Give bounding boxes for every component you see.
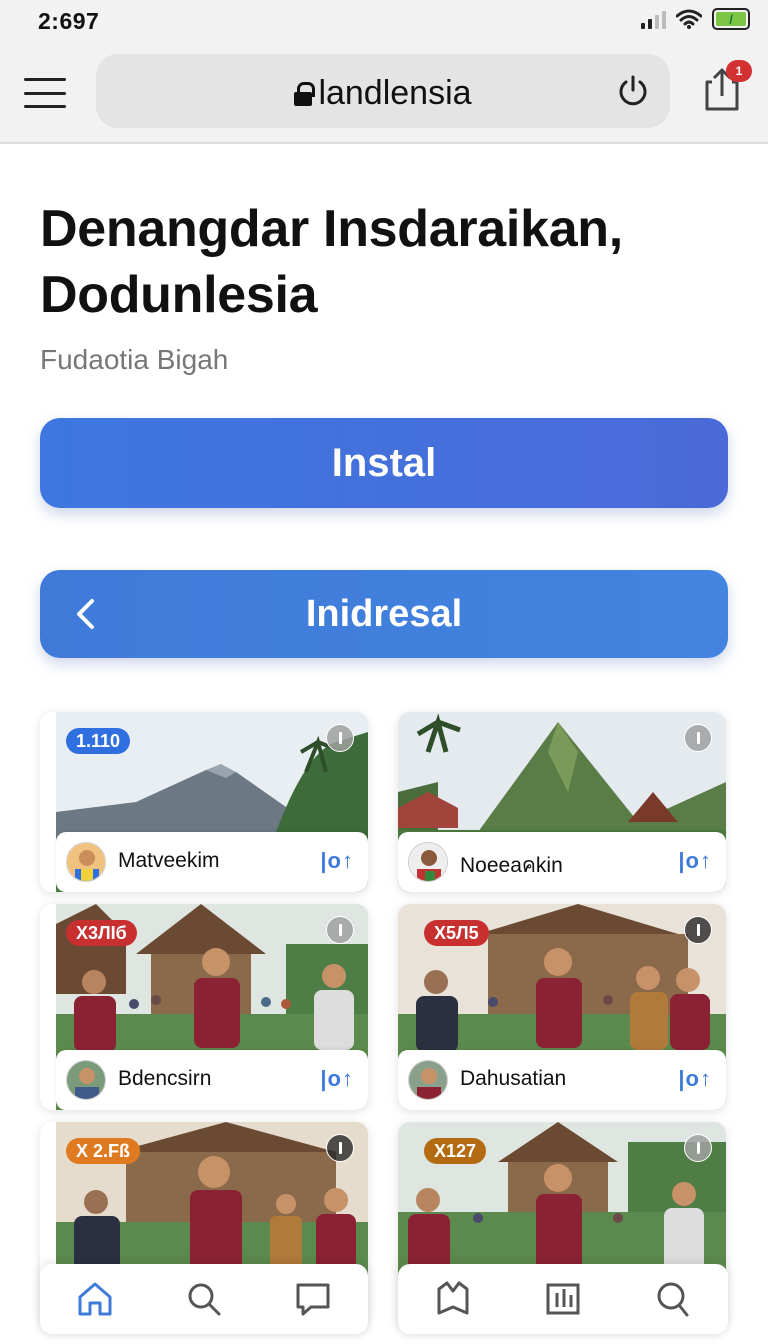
card-footer: Matveekim |o↑ xyxy=(56,832,368,892)
card-badge: X 2.Fß xyxy=(66,1138,141,1164)
gallery-card[interactable]: X3ЛIб Bdencsirn |o↑ xyxy=(40,904,368,1110)
stats-icon[interactable]: |o↑ xyxy=(320,848,354,874)
card-author: Matveekim xyxy=(118,849,220,872)
address-bar[interactable]: landlensia xyxy=(96,54,670,128)
stats-icon[interactable]: |o↑ xyxy=(678,1066,712,1092)
more-icon[interactable] xyxy=(684,916,712,944)
card-footer: Bdencsirn |o↑ xyxy=(56,1050,368,1110)
lock-icon xyxy=(294,81,316,106)
page-subtitle: Fudaotia Bigah xyxy=(40,344,229,375)
avatar xyxy=(408,842,448,882)
more-icon[interactable] xyxy=(326,916,354,944)
card-badge: X5Л5 xyxy=(424,920,489,946)
card-badge: X127 xyxy=(424,1138,487,1164)
stats-icon[interactable]: |o↑ xyxy=(320,1066,354,1092)
search-icon[interactable] xyxy=(653,1279,693,1319)
install-button[interactable]: Instal xyxy=(40,418,728,508)
card-author: Noeeaคkin xyxy=(460,854,563,877)
avatar xyxy=(408,1060,448,1100)
more-icon[interactable] xyxy=(326,1134,354,1162)
gallery-card[interactable]: X5Л5 Dahusatian |o↑ xyxy=(398,904,726,1110)
status-bar: 2:697 / xyxy=(0,0,768,44)
browser-toolbar: landlensia 1 xyxy=(0,44,768,144)
notification-badge: 1 xyxy=(726,60,752,82)
home-icon[interactable] xyxy=(75,1279,115,1319)
tab-bar-left xyxy=(40,1264,368,1334)
url-display: landlensia xyxy=(96,74,670,113)
gallery-card[interactable]: 1.110 Matveekim |o↑ xyxy=(40,712,368,892)
status-indicators: / xyxy=(641,8,750,30)
tab-bar-right xyxy=(398,1264,728,1334)
secondary-button[interactable]: Inidresal xyxy=(40,570,728,658)
card-badge: 1.110 xyxy=(66,728,131,754)
battery-icon: / xyxy=(712,8,750,30)
card-footer: Dahusatian |o↑ xyxy=(398,1050,726,1110)
card-footer: Noeeaคkin |o↑ xyxy=(398,832,726,892)
avatar xyxy=(66,1060,106,1100)
avatar xyxy=(66,842,106,882)
power-reload-icon[interactable] xyxy=(616,74,650,108)
signal-icon xyxy=(641,9,666,29)
search-icon[interactable] xyxy=(184,1279,224,1319)
gallery-card[interactable]: Noeeaคkin |o↑ xyxy=(398,712,726,892)
card-badge: X3ЛIб xyxy=(66,920,137,946)
card-author: Dahusatian xyxy=(460,1067,567,1090)
wifi-icon xyxy=(676,9,702,29)
page-title: Denangdar Insdaraikan, Dodunlesia xyxy=(40,200,623,324)
url-text: landlensia xyxy=(318,74,472,112)
more-icon[interactable] xyxy=(684,1134,712,1162)
hamburger-icon[interactable] xyxy=(24,78,66,108)
more-icon[interactable] xyxy=(326,724,354,752)
stats-icon[interactable]: |o↑ xyxy=(678,848,712,874)
chat-icon[interactable] xyxy=(293,1279,333,1319)
library-icon[interactable] xyxy=(543,1279,583,1319)
more-icon[interactable] xyxy=(684,724,712,752)
chevron-left-icon xyxy=(77,599,94,629)
secondary-button-label: Inidresal xyxy=(305,593,463,635)
bookmark-icon[interactable] xyxy=(433,1279,473,1319)
card-author: Bdencsirn xyxy=(118,1067,212,1090)
status-time: 2:697 xyxy=(38,8,100,34)
